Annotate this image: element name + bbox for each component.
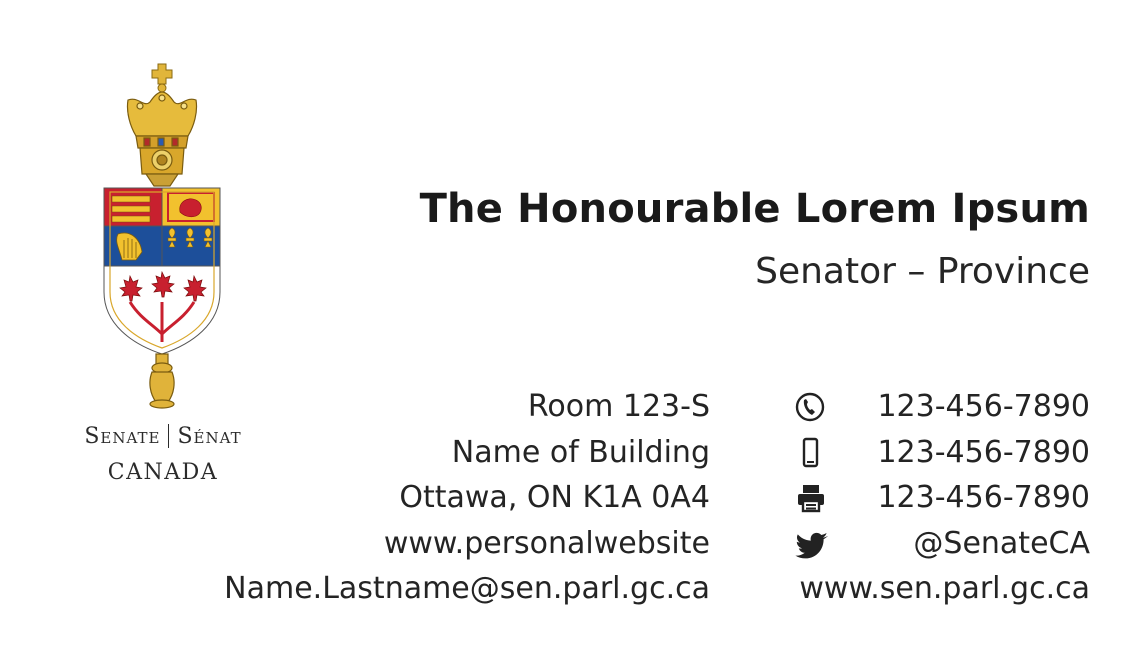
phone-number: 123-456-7890 [877, 389, 1090, 424]
address-room: Room 123-S [527, 389, 710, 424]
personal-website: www.personalwebsite [383, 525, 710, 561]
senate-mace-coat-of-arms-icon [100, 62, 224, 414]
senate-website: www.sen.parl.gc.ca [799, 571, 1090, 607]
wordmark-senate: Senate [84, 424, 161, 449]
address-city: Ottawa, ON K1A 0A4 [399, 480, 710, 516]
fax-printer-icon [794, 482, 834, 514]
mobile-phone-icon [794, 437, 834, 469]
mobile-number: 123-456-7890 [877, 434, 1090, 470]
address-building: Name of Building [451, 434, 710, 470]
mobile-row: 123-456-7890 [790, 430, 1090, 476]
phone-icon [794, 391, 834, 423]
twitter-row: @SenateCA [790, 521, 1090, 567]
address-block: Room 123-S Name of Building Ottawa, ON K… [224, 384, 710, 612]
twitter-icon [794, 528, 834, 560]
fax-number: 123-456-7890 [877, 480, 1090, 516]
fax-row: 123-456-7890 [790, 475, 1090, 521]
email-address: Name.Lastname@sen.parl.gc.ca [224, 571, 710, 607]
phone-row: 123-456-7890 [790, 384, 1090, 430]
twitter-handle: @SenateCA [913, 525, 1090, 561]
wordmark-divider [168, 424, 170, 448]
person-title: Senator – Province [755, 251, 1090, 292]
website-row: www.sen.parl.gc.ca [790, 566, 1090, 612]
person-name: The Honourable Lorem Ipsum [419, 186, 1090, 232]
business-card: Senate Sénat CANADA The Honourable Lorem … [0, 0, 1148, 654]
contact-block: 123-456-7890 123-456-7890 123-456-7890 @… [790, 384, 1090, 612]
